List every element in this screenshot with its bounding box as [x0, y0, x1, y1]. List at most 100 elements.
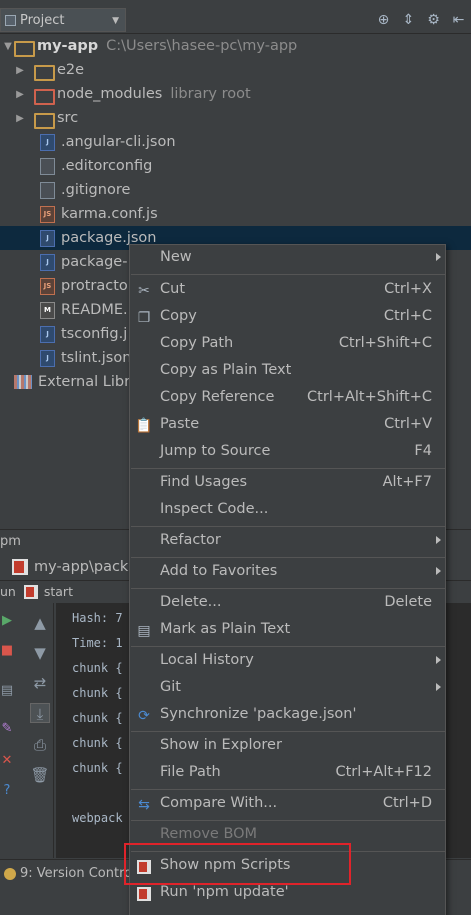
stop-icon[interactable]: ■	[0, 643, 14, 659]
project-view-selector[interactable]: Project ▼	[0, 8, 126, 32]
arrow-up-icon[interactable]: ▲	[30, 613, 50, 633]
folder-icon	[14, 39, 35, 57]
menu-item-label: Find Usages	[160, 474, 248, 490]
submenu-arrow-icon	[436, 683, 441, 691]
library-folder-icon	[34, 87, 55, 105]
menu-item-jump-to-source[interactable]: Jump to Source F4	[130, 439, 445, 466]
menu-item-compare-with[interactable]: ⇆ Compare With... Ctrl+D	[130, 791, 445, 818]
console-line: chunk {	[72, 761, 123, 775]
menu-item-git[interactable]: Git	[130, 675, 445, 702]
collapse-icon[interactable]: ⇕	[400, 12, 417, 28]
tree-root-path: C:\Users\hasee-pc\my-app	[106, 38, 298, 54]
wrap-icon[interactable]: ⇄	[30, 673, 50, 693]
menu-item-mark-plain-text[interactable]: ▤ Mark as Plain Text	[130, 617, 445, 644]
plain-text-icon: ▤	[137, 623, 151, 639]
tree-item-label: README.	[61, 302, 128, 318]
tree-item-label: karma.conf.js	[61, 206, 158, 222]
json-file-icon: J	[40, 253, 55, 271]
close-icon[interactable]: ✕	[0, 753, 14, 769]
js-file-icon: JS	[40, 277, 55, 295]
project-view-label: Project	[20, 12, 65, 28]
menu-item-show-in-explorer[interactable]: Show in Explorer	[130, 733, 445, 760]
run-console-toolbar: ▲ ▼ ⇄ ⤓ ⎙ 🗑	[24, 603, 54, 858]
menu-item-label: Add to Favorites	[160, 563, 278, 579]
menu-item-find-usages[interactable]: Find Usages Alt+F7	[130, 470, 445, 497]
npm-icon	[134, 884, 154, 904]
tree-item-file[interactable]: J .angular-cli.json	[0, 130, 471, 154]
menu-separator	[131, 526, 445, 527]
menu-item-label: Inspect Code...	[160, 501, 269, 517]
menu-item-delete[interactable]: Delete... Delete	[130, 590, 445, 617]
tree-item-e2e[interactable]: ▶ e2e	[0, 58, 471, 82]
pin-icon[interactable]: ✎	[0, 721, 14, 737]
menu-item-local-history[interactable]: Local History	[130, 648, 445, 675]
print-icon[interactable]: ⎙	[30, 735, 50, 755]
menu-item-label: Synchronize 'package.json'	[160, 706, 357, 722]
submenu-arrow-icon	[436, 567, 441, 575]
run-config-label[interactable]: start	[44, 584, 73, 599]
arrow-down-icon[interactable]: ▼	[30, 643, 50, 663]
console-line: chunk {	[72, 661, 123, 675]
menu-item-label: Copy Path	[160, 335, 234, 351]
rerun-icon[interactable]: ▶	[0, 613, 14, 629]
menu-item-synchronize[interactable]: ⟳ Synchronize 'package.json'	[130, 702, 445, 729]
menu-item-shortcut: F4	[414, 443, 432, 459]
menu-item-label: Delete...	[160, 594, 222, 610]
menu-item-shortcut: Ctrl+Alt+Shift+C	[307, 389, 432, 405]
submenu-arrow-icon	[436, 253, 441, 261]
layout-icon[interactable]: ▤	[0, 683, 14, 699]
menu-separator	[131, 789, 445, 790]
trash-icon[interactable]: 🗑	[30, 765, 50, 785]
submenu-arrow-icon	[436, 656, 441, 664]
tree-item-label: .angular-cli.json	[61, 134, 176, 150]
scroll-to-end-icon[interactable]: ⤓	[30, 703, 50, 723]
target-icon[interactable]: ⊕	[375, 12, 392, 28]
folder-icon	[34, 111, 55, 129]
tree-item-label: .editorconfig	[61, 158, 153, 174]
menu-item-copy-reference[interactable]: Copy Reference Ctrl+Alt+Shift+C	[130, 385, 445, 412]
menu-item-shortcut: Alt+F7	[382, 474, 432, 490]
tree-root[interactable]: ▼ my-app C:\Users\hasee-pc\my-app	[0, 34, 471, 58]
menu-item-label: New	[160, 249, 192, 265]
menu-item-label: Show in Explorer	[160, 737, 282, 753]
tree-item-label: package-	[61, 254, 128, 270]
menu-item-paste[interactable]: 📋 Paste Ctrl+V	[130, 412, 445, 439]
menu-item-label: File Path	[160, 764, 221, 780]
help-icon[interactable]: ?	[0, 783, 14, 799]
npm-icon	[12, 559, 28, 575]
menu-item-copy[interactable]: ❐ Copy Ctrl+C	[130, 304, 445, 331]
menu-item-copy-plain-text[interactable]: Copy as Plain Text	[130, 358, 445, 385]
menu-item-cut[interactable]: ✂ Cut Ctrl+X	[130, 277, 445, 304]
gear-icon[interactable]: ⚙	[425, 12, 442, 28]
npm-icon	[23, 584, 38, 599]
tree-item-node-modules[interactable]: ▶ node_modules library root	[0, 82, 471, 106]
text-file-icon	[40, 181, 55, 199]
tree-root-name: my-app	[37, 38, 99, 54]
expand-right-icon: ▶	[16, 88, 24, 100]
tree-item-file[interactable]: .gitignore	[0, 178, 471, 202]
tree-item-file[interactable]: JS karma.conf.js	[0, 202, 471, 226]
menu-item-add-to-favorites[interactable]: Add to Favorites	[130, 559, 445, 586]
menu-item-refactor[interactable]: Refactor	[130, 528, 445, 555]
json-file-icon: J	[40, 229, 55, 247]
menu-item-new[interactable]: New	[130, 245, 445, 272]
version-control-tab[interactable]: 9: Version Contro	[20, 866, 132, 881]
json-file-icon: J	[40, 133, 55, 151]
chevron-down-icon: ▼	[112, 16, 119, 26]
menu-item-file-path[interactable]: File Path Ctrl+Alt+F12	[130, 760, 445, 787]
sync-icon: ⟳	[138, 708, 150, 724]
project-view-icon	[5, 14, 16, 26]
console-line: chunk {	[72, 686, 123, 700]
run-label: un	[0, 584, 16, 599]
hide-icon[interactable]: ⇤	[450, 12, 467, 28]
tree-item-file[interactable]: .editorconfig	[0, 154, 471, 178]
menu-item-label: Local History	[160, 652, 254, 668]
menu-item-inspect-code[interactable]: Inspect Code...	[130, 497, 445, 524]
expand-down-icon: ▼	[4, 40, 12, 52]
menu-item-label: Copy as Plain Text	[160, 362, 292, 378]
menu-item-copy-path[interactable]: Copy Path Ctrl+Shift+C	[130, 331, 445, 358]
project-toolbar: Project ▼ ⊕ ⇕ ⚙ ⇤	[0, 6, 471, 34]
menu-separator	[131, 731, 445, 732]
console-line: Hash: 7	[72, 611, 123, 625]
tree-item-src[interactable]: ▶ src	[0, 106, 471, 130]
